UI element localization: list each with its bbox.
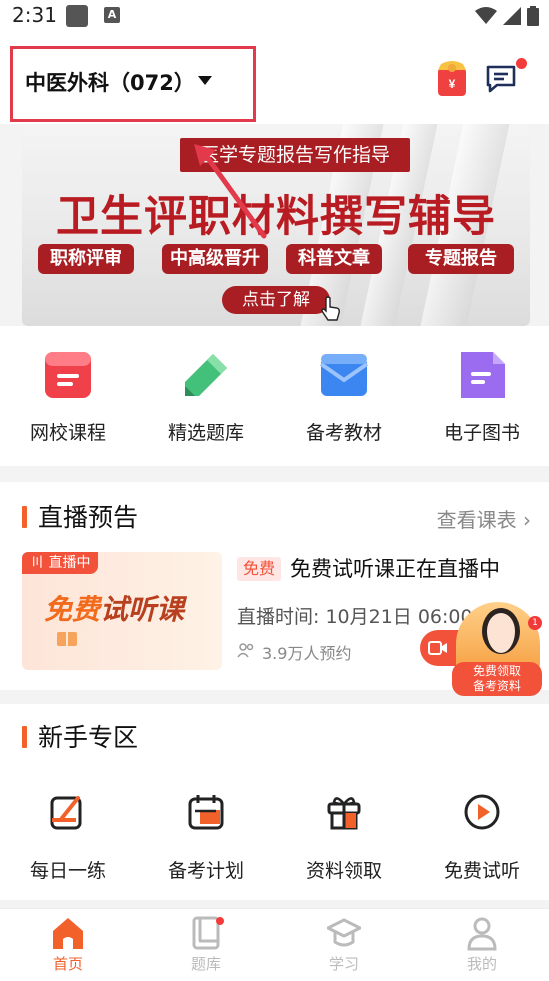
promo-badge: 1 <box>528 616 542 630</box>
study-icon <box>327 918 361 947</box>
home-icon <box>53 918 83 949</box>
tab-label: 学习 <box>328 955 359 973</box>
thumb-text-free: 免费 <box>44 593 101 626</box>
free-tag: 免费 <box>237 557 282 581</box>
red-packet-icon[interactable]: ¥ <box>435 60 469 96</box>
signal-icon <box>503 7 521 25</box>
live-thumbnail-text: 免费试听课 <box>44 588 184 628</box>
promo-label-line1: 免费领取 <box>472 664 521 678</box>
quick-nav-label: 网校课程 <box>29 422 106 444</box>
section-accent-bar <box>22 506 27 528</box>
newbie-label: 资料领取 <box>305 860 382 882</box>
tab-study[interactable]: 学习 <box>304 915 384 974</box>
people-icon <box>237 643 254 658</box>
reservation-count: 3.9万人预约 <box>262 644 352 663</box>
quick-nav-questions[interactable]: 精选题库 <box>156 350 256 445</box>
promo-banner[interactable]: 医学专题报告写作指导 卫生评职材料撰写辅导 职称评审 中高级晋升 科普文章 专题… <box>22 124 530 326</box>
tab-label: 我的 <box>466 955 497 973</box>
newbie-free-audit[interactable]: 免费试听 <box>427 792 537 883</box>
assistant-face <box>482 608 520 654</box>
promo-label-line2: 备考资料 <box>472 679 521 693</box>
section-accent-bar <box>22 726 27 748</box>
quick-nav-label: 备考教材 <box>305 422 382 444</box>
book-icon <box>57 632 77 646</box>
live-time: 直播时间: 10月21日 06:00 <box>237 606 473 628</box>
thumb-text-course: 试听课 <box>100 593 185 626</box>
floating-promo[interactable]: 1 免费领取 备考资料 <box>452 602 542 696</box>
status-time: 2:31 <box>12 3 57 27</box>
gift-icon <box>327 797 361 830</box>
newbie-study-plan[interactable]: 备考计划 <box>151 792 261 883</box>
view-schedule-label: 查看课表 <box>436 508 517 532</box>
tab-profile[interactable]: 我的 <box>442 915 522 974</box>
newbie-label: 每日一练 <box>29 860 106 882</box>
quick-nav: 网校课程 精选题库 备考教材 电子图书 <box>0 326 549 466</box>
profile-icon <box>467 917 497 951</box>
top-bar: 中医外科（072） ¥ <box>0 32 549 124</box>
annotation-arrow-icon <box>194 144 267 239</box>
status-bar: 2:31 A <box>0 0 549 32</box>
wifi-icon <box>475 7 497 24</box>
calendar-icon <box>188 795 224 830</box>
live-badge-label: 直播中 <box>48 555 91 571</box>
banner-cta-button[interactable]: 点击了解 <box>222 286 330 314</box>
daily-practice-icon <box>50 796 82 830</box>
newbie-materials[interactable]: 资料领取 <box>289 792 399 883</box>
banner-chips: 职称评审 中高级晋升 科普文章 专题报告 <box>38 244 514 274</box>
hand-cursor-icon <box>321 296 340 321</box>
course-selector[interactable]: 中医外科（072） <box>10 46 256 122</box>
ebook-icon <box>461 352 505 398</box>
notification-a-icon: A <box>104 7 120 23</box>
svg-text:¥: ¥ <box>449 77 456 91</box>
caret-down-icon <box>198 76 212 85</box>
quick-nav-label: 精选题库 <box>167 422 244 444</box>
status-icons <box>475 5 539 27</box>
section-title: 直播预告 <box>38 503 139 532</box>
banner-chip: 职称评审 <box>38 244 134 274</box>
live-item-title[interactable]: 免费试听课正在直播中 <box>290 553 500 583</box>
newbie-label: 备考计划 <box>167 860 244 882</box>
course-title: 中医外科（072） <box>25 71 195 95</box>
tab-label: 首页 <box>52 955 83 973</box>
banner-chip: 科普文章 <box>286 244 382 274</box>
tab-home[interactable]: 首页 <box>28 915 108 974</box>
notification-app-icon <box>66 5 88 27</box>
newbie-label: 免费试听 <box>443 860 520 882</box>
message-icon[interactable] <box>485 64 517 94</box>
tab-label: 题库 <box>190 955 221 973</box>
course-icon <box>45 352 91 398</box>
bottom-nav: 首页 题库 学习 我的 <box>0 908 549 981</box>
promo-label: 免费领取 备考资料 <box>452 662 542 696</box>
live-badge: 〣 直播中 <box>22 552 99 574</box>
tab-question-bank[interactable]: 题库 <box>166 915 246 974</box>
quick-nav-ebook[interactable]: 电子图书 <box>432 350 532 445</box>
newbie-daily-practice[interactable]: 每日一练 <box>13 792 123 883</box>
section-title: 新手专区 <box>38 723 139 752</box>
pencil-icon <box>185 354 227 396</box>
message-badge <box>516 58 527 69</box>
live-thumbnail[interactable]: 〣 直播中 免费试听课 <box>22 552 222 670</box>
quick-nav-label: 电子图书 <box>443 422 520 444</box>
view-schedule-link[interactable]: 查看课表 › <box>437 504 531 533</box>
newbie-section: 新手专区 每日一练 备考计划 资料领取 免费试听 <box>0 704 549 900</box>
banner-chip: 中高级晋升 <box>162 244 268 274</box>
video-icon <box>428 641 447 655</box>
question-bank-badge <box>216 917 224 925</box>
play-icon <box>464 794 500 830</box>
quick-nav-course[interactable]: 网校课程 <box>18 350 118 445</box>
battery-icon <box>527 6 539 26</box>
quick-nav-textbook[interactable]: 备考教材 <box>294 350 394 445</box>
mail-book-icon <box>319 354 369 396</box>
banner-chip: 专题报告 <box>408 244 514 274</box>
